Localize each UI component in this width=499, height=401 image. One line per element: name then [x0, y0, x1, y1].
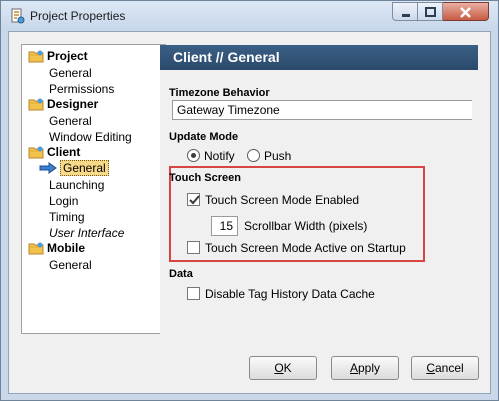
title-bar[interactable]: Project Properties — [1, 1, 498, 31]
apply-button[interactable]: Apply — [331, 356, 399, 380]
tree-item-client-general[interactable]: General — [39, 160, 109, 176]
tree-item-client-launching[interactable]: Launching — [49, 178, 104, 192]
update-mode-label: Update Mode — [169, 131, 239, 143]
close-icon — [460, 7, 471, 18]
disable-cache-label: Disable Tag History Data Cache — [205, 287, 375, 301]
cancel-label-rest: ancel — [434, 361, 464, 375]
tree-item-designer-window-editing[interactable]: Window Editing — [49, 130, 132, 144]
timezone-label: Timezone Behavior — [169, 87, 270, 99]
scrollbar-width-label: Scrollbar Width (pixels) — [244, 219, 368, 233]
ok-label-rest: K — [283, 361, 292, 375]
ok-mnemonic: O — [274, 361, 284, 375]
touch-mode-startup-checkbox[interactable]: Touch Screen Mode Active on Startup — [187, 241, 406, 257]
push-radio-label: Push — [264, 149, 292, 163]
settings-tree[interactable]: Project General Permissions Designer Gen… — [21, 44, 166, 334]
project-properties-app-icon — [11, 8, 25, 24]
tree-item-project-permissions[interactable]: Permissions — [49, 82, 114, 96]
window-title: Project Properties — [30, 9, 126, 23]
tree-node-client[interactable]: Client — [28, 145, 80, 161]
radio-selected-icon — [187, 149, 200, 162]
apply-label-rest: pply — [358, 361, 381, 375]
cancel-button[interactable]: Cancel — [411, 356, 479, 380]
selected-item-label: General — [60, 160, 109, 176]
tree-node-label: Mobile — [47, 241, 85, 255]
folder-icon — [28, 50, 44, 63]
settings-panel: Client // General Timezone Behavior Gate… — [160, 45, 478, 335]
maximize-icon — [425, 7, 436, 17]
apply-mnemonic: A — [349, 361, 358, 375]
touch-screen-label: Touch Screen — [169, 172, 241, 184]
radio-unselected-icon — [247, 149, 260, 162]
tree-item-designer-general[interactable]: General — [49, 114, 92, 128]
data-label: Data — [169, 268, 193, 280]
tree-item-mobile-general[interactable]: General — [49, 258, 92, 272]
cancel-mnemonic: C — [426, 361, 435, 375]
folder-icon — [28, 98, 44, 111]
push-radio[interactable]: Push — [247, 149, 291, 165]
touch-mode-enabled-checkbox[interactable]: Touch Screen Mode Enabled — [187, 193, 359, 209]
tree-node-project[interactable]: Project — [28, 49, 88, 65]
touch-mode-startup-label: Touch Screen Mode Active on Startup — [205, 241, 406, 255]
arrow-right-icon — [39, 162, 57, 174]
touch-mode-enabled-label: Touch Screen Mode Enabled — [205, 193, 360, 207]
tree-node-designer[interactable]: Designer — [28, 97, 98, 113]
checkbox-unchecked-icon — [187, 287, 200, 300]
tree-node-mobile[interactable]: Mobile — [28, 241, 85, 257]
timezone-dropdown[interactable]: Gateway Timezone — [172, 100, 472, 120]
folder-icon — [28, 146, 44, 159]
scrollbar-width-input[interactable]: 15 — [211, 216, 238, 236]
tree-node-label: Project — [47, 49, 88, 63]
notify-radio[interactable]: Notify — [187, 149, 235, 165]
minimize-button[interactable] — [392, 2, 418, 21]
checkbox-checked-icon — [187, 193, 200, 206]
ok-button[interactable]: OK — [249, 356, 317, 380]
tree-item-project-general[interactable]: General — [49, 66, 92, 80]
tree-item-client-timing[interactable]: Timing — [49, 210, 85, 224]
folder-icon — [28, 242, 44, 255]
disable-cache-checkbox[interactable]: Disable Tag History Data Cache — [187, 287, 375, 303]
panel-header: Client // General — [160, 45, 478, 70]
tree-item-client-user-interface[interactable]: User Interface — [49, 226, 124, 240]
project-properties-window: Project Properties Project General Permi… — [0, 0, 499, 401]
minimize-icon — [402, 14, 410, 17]
checkbox-unchecked-icon — [187, 241, 200, 254]
close-button[interactable] — [443, 2, 489, 21]
maximize-button[interactable] — [418, 2, 443, 21]
tree-item-client-login[interactable]: Login — [49, 194, 78, 208]
dialog-body: Project General Permissions Designer Gen… — [8, 31, 491, 394]
tree-node-label: Client — [47, 145, 81, 159]
notify-radio-label: Notify — [204, 149, 235, 163]
tree-node-label: Designer — [47, 97, 99, 111]
